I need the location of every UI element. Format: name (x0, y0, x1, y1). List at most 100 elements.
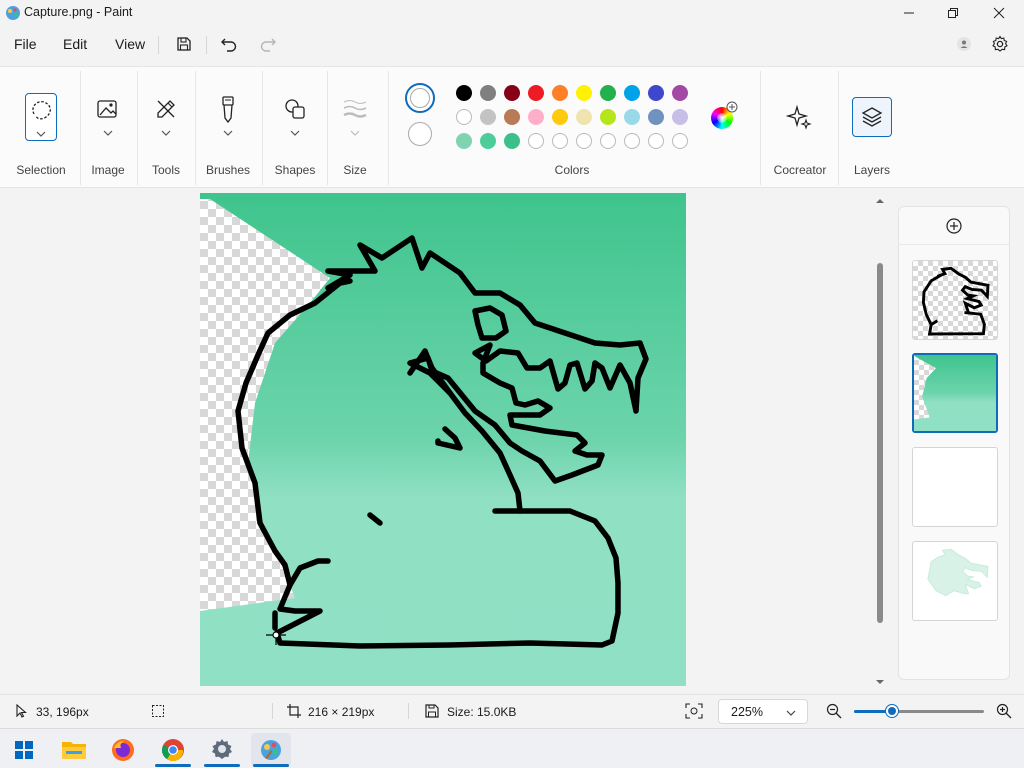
add-layer-button[interactable] (899, 207, 1009, 245)
scroll-up-icon[interactable] (875, 197, 885, 205)
chevron-down-icon[interactable] (161, 129, 171, 137)
color-swatch[interactable] (480, 109, 496, 125)
group-label-tools: Tools (151, 163, 180, 177)
color-swatch[interactable] (552, 85, 568, 101)
taskbar-file-explorer[interactable] (54, 733, 94, 767)
color-swatch[interactable] (672, 133, 688, 149)
drawing-canvas[interactable] (200, 193, 686, 686)
color-swatch[interactable] (480, 85, 496, 101)
color-swatch[interactable] (624, 133, 640, 149)
chevron-down-icon[interactable] (350, 129, 360, 137)
layer-thumbnail-background[interactable] (912, 541, 998, 621)
color-swatch[interactable] (672, 85, 688, 101)
status-divider (272, 703, 273, 719)
layer-thumbnail-empty[interactable] (912, 447, 998, 527)
scrollbar-thumb[interactable] (877, 263, 883, 623)
size-button[interactable] (340, 97, 370, 121)
selection-size-icon (152, 705, 164, 717)
color-swatch[interactable] (624, 109, 640, 125)
running-indicator (155, 764, 191, 767)
color-swatch[interactable] (600, 133, 616, 149)
color-swatch[interactable] (504, 109, 520, 125)
zoom-dropdown[interactable]: 225% (718, 699, 808, 724)
color-swatch[interactable] (528, 133, 544, 149)
menu-edit[interactable]: Edit (63, 36, 87, 52)
color-swatch[interactable] (600, 109, 616, 125)
taskbar-paint[interactable] (251, 733, 291, 767)
taskbar-chrome[interactable] (153, 733, 193, 767)
color-swatch[interactable] (600, 85, 616, 101)
color-swatch[interactable] (648, 133, 664, 149)
color-swatch[interactable] (648, 109, 664, 125)
image-crop-icon (97, 100, 117, 118)
settings-button[interactable] (986, 32, 1014, 56)
chevron-down-icon[interactable] (103, 129, 113, 137)
layers-button[interactable] (852, 97, 892, 137)
color-swatch[interactable] (504, 133, 520, 149)
color-swatch[interactable] (624, 85, 640, 101)
menu-bar: File Edit View (0, 26, 1024, 62)
color-swatch[interactable] (456, 85, 472, 101)
cocreator-button[interactable] (784, 103, 814, 131)
save-button[interactable] (170, 32, 198, 56)
image-button[interactable] (92, 95, 124, 123)
color-swatch[interactable] (648, 85, 664, 101)
layer-thumbnail-outline[interactable] (912, 260, 998, 340)
layer-thumbnail-fill[interactable] (912, 353, 998, 433)
color-swatch[interactable] (480, 133, 496, 149)
taskbar-settings[interactable] (202, 733, 242, 767)
color-swatch[interactable] (456, 109, 472, 125)
color-swatch[interactable] (552, 109, 568, 125)
fit-to-window-icon[interactable] (685, 703, 703, 719)
undo-button[interactable] (215, 32, 243, 56)
maximize-button[interactable] (930, 0, 976, 26)
account-button[interactable] (950, 32, 978, 56)
brushes-button[interactable] (212, 93, 244, 125)
close-button[interactable] (976, 0, 1022, 26)
firefox-icon (112, 739, 134, 761)
color-swatch[interactable] (528, 109, 544, 125)
color-swatch[interactable] (456, 133, 472, 149)
add-color-icon (726, 101, 738, 113)
ribbon-divider (195, 71, 196, 185)
secondary-color-swatch[interactable] (408, 122, 432, 146)
restore-icon (948, 8, 958, 18)
menu-view[interactable]: View (115, 36, 145, 52)
zoom-slider-thumb[interactable] (885, 705, 898, 717)
scroll-down-icon[interactable] (875, 678, 885, 686)
redo-button[interactable] (254, 32, 282, 56)
canvas-artwork (200, 193, 686, 686)
edit-colors-button[interactable] (710, 101, 738, 131)
menu-file[interactable]: File (14, 36, 37, 52)
taskbar-firefox[interactable] (103, 733, 143, 767)
color-swatch[interactable] (504, 85, 520, 101)
zoom-out-icon[interactable] (826, 703, 842, 719)
primary-color-swatch[interactable] (405, 83, 435, 113)
running-indicator (253, 764, 289, 767)
menu-divider (158, 36, 159, 54)
color-swatch[interactable] (576, 85, 592, 101)
minimize-button[interactable] (886, 0, 932, 26)
window-title: Capture.png - Paint (24, 5, 133, 19)
color-swatch[interactable] (528, 85, 544, 101)
color-swatch[interactable] (672, 109, 688, 125)
color-swatch[interactable] (576, 109, 592, 125)
color-swatch[interactable] (576, 133, 592, 149)
start-button[interactable] (4, 733, 44, 767)
group-label-size: Size (343, 163, 367, 177)
chevron-down-icon[interactable] (223, 129, 233, 137)
pencil-eraser-icon (157, 100, 175, 118)
shapes-button[interactable] (279, 95, 311, 123)
free-form-select-icon (32, 100, 51, 120)
vertical-scrollbar[interactable] (873, 193, 887, 688)
cursor-position: 33, 196px (36, 705, 89, 719)
group-label-cocreator: Cocreator (773, 163, 827, 177)
tools-button[interactable] (150, 95, 182, 123)
selection-button[interactable] (25, 93, 57, 141)
settings-gear-icon (212, 739, 232, 759)
chevron-down-icon[interactable] (290, 129, 300, 137)
color-swatch[interactable] (552, 133, 568, 149)
paint-app-icon (261, 740, 281, 760)
zoom-in-icon[interactable] (996, 703, 1012, 719)
stroke-size-icon (343, 100, 367, 118)
